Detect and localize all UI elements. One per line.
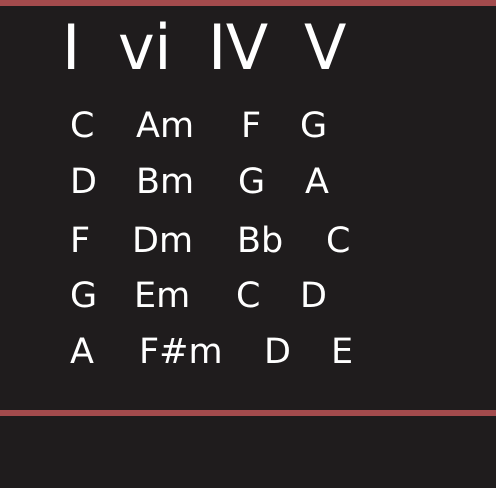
- chord-cell: C: [70, 106, 95, 146]
- chord-cell: E: [331, 332, 354, 372]
- chord-cell: D: [300, 276, 327, 316]
- top-border: [0, 0, 496, 6]
- chord-cell: F: [70, 221, 91, 261]
- chord-cell: C: [236, 276, 261, 316]
- chord-row-key-d: D Bm G A: [0, 158, 496, 206]
- chord-cell: Dm: [132, 221, 194, 261]
- chord-row-key-f: F Dm Bb C: [0, 217, 496, 265]
- chord-cell: G: [70, 276, 98, 316]
- chord-cell: A: [70, 332, 94, 372]
- chord-cell: G: [300, 106, 328, 146]
- chord-cell: Em: [134, 276, 191, 316]
- chord-row-key-c: C Am F G: [0, 102, 496, 150]
- heading-degree-5: V: [304, 11, 346, 84]
- chord-cell: Bm: [136, 162, 195, 202]
- chord-chart-panel: I vi IV V C Am F G D Bm G A F Dm Bb C G …: [0, 0, 496, 416]
- chord-cell: F#m: [139, 332, 223, 372]
- chord-cell: D: [264, 332, 291, 372]
- chord-cell: D: [70, 162, 97, 202]
- chord-cell: A: [305, 162, 329, 202]
- heading-degree-1: I: [62, 11, 80, 84]
- numeral-heading: I vi IV V: [62, 8, 482, 88]
- heading-degree-4: IV: [208, 11, 268, 84]
- heading-degree-6: vi: [118, 11, 171, 84]
- chord-row-key-g: G Em C D: [0, 272, 496, 320]
- bottom-border: [0, 410, 496, 416]
- chord-row-key-a: A F#m D E: [0, 328, 496, 376]
- chord-cell: C: [326, 221, 351, 261]
- chord-cell: F: [241, 106, 262, 146]
- chord-cell: Bb: [237, 221, 284, 261]
- chord-cell: G: [238, 162, 266, 202]
- chord-cell: Am: [136, 106, 195, 146]
